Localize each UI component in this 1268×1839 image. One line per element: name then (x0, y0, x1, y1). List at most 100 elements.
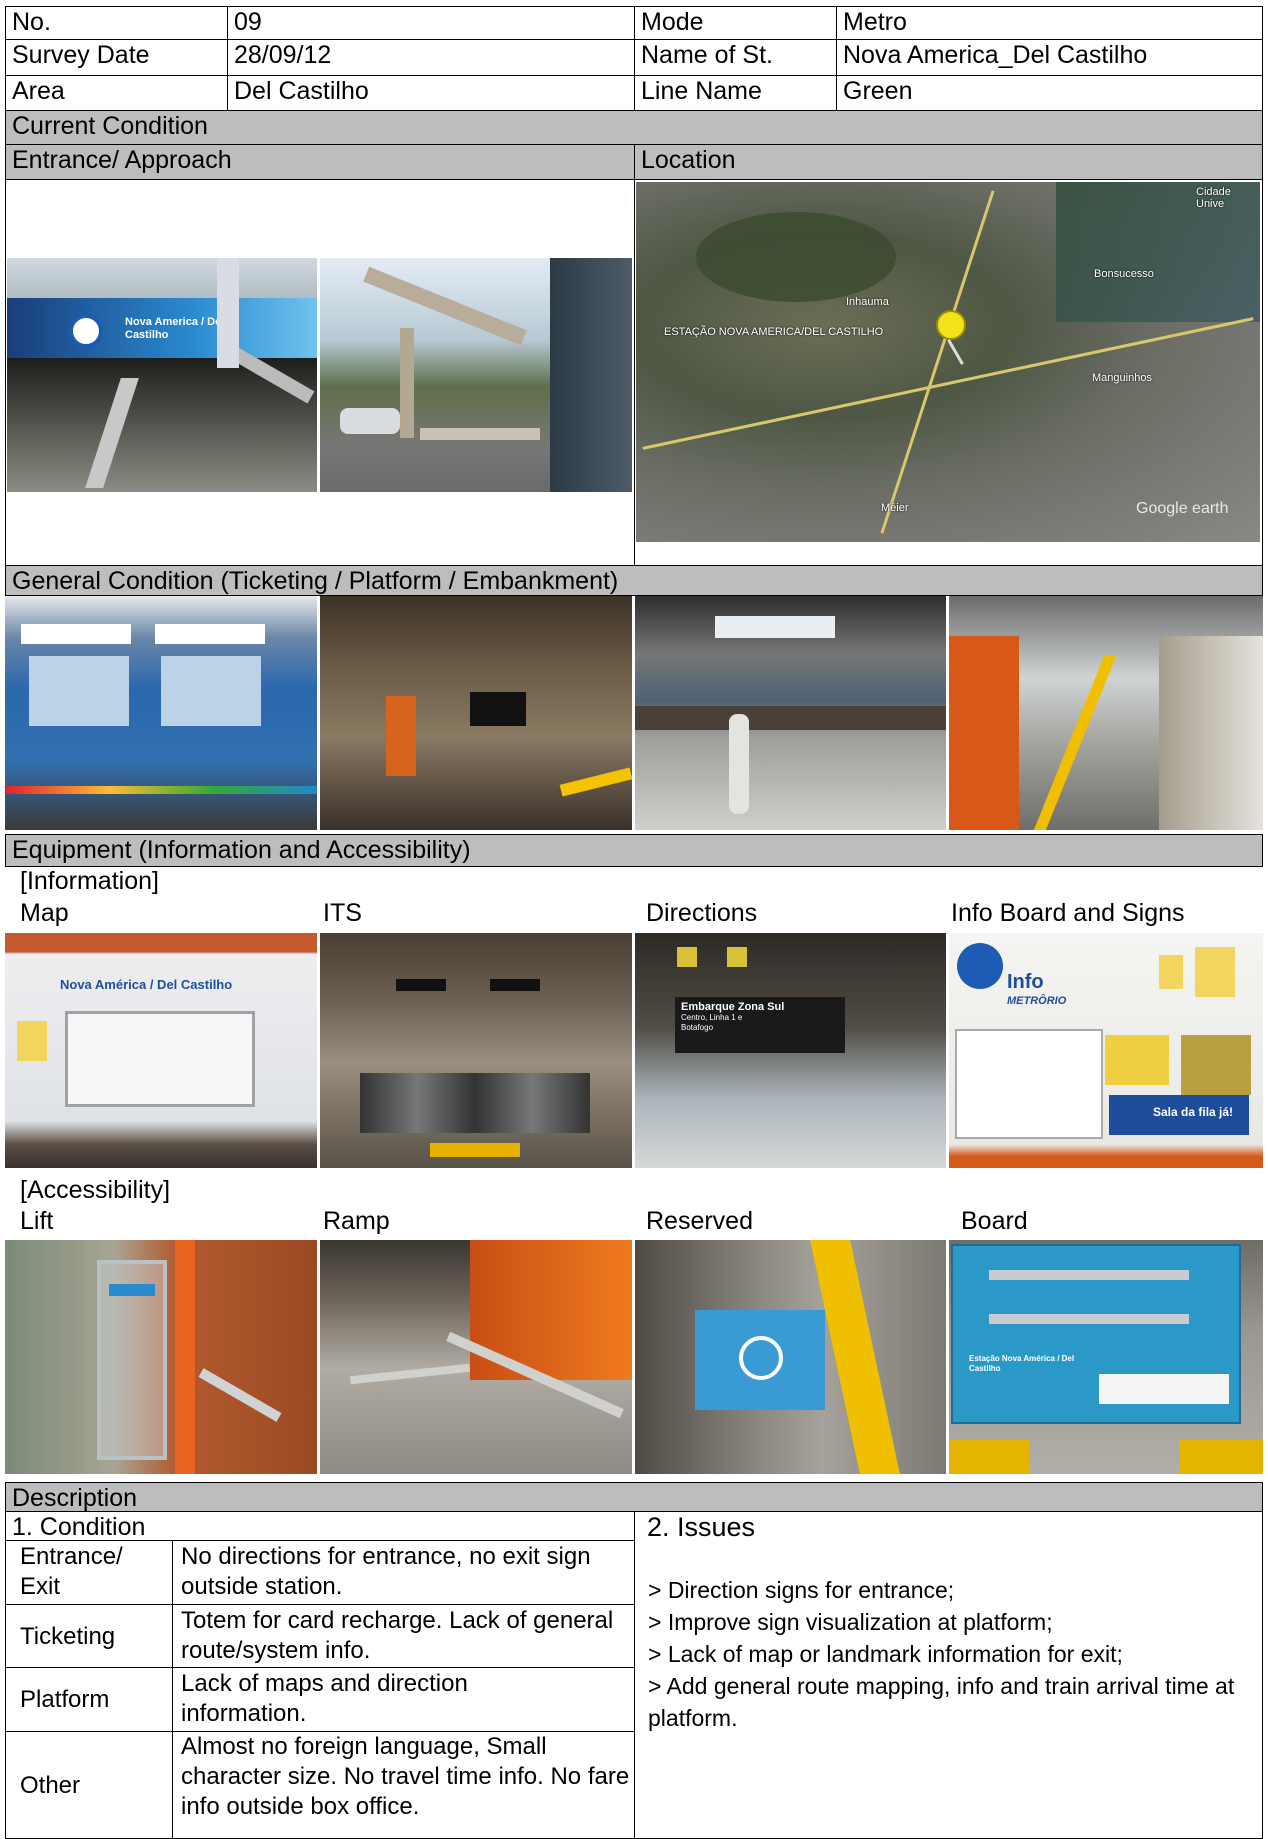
fare-gates (360, 1073, 590, 1133)
braille-plate (1099, 1374, 1229, 1404)
metro-logo-icon (957, 943, 1003, 989)
wheelchair-icon (739, 1336, 783, 1380)
access-label-ramp: Ramp (323, 1207, 390, 1235)
board-line-2 (989, 1314, 1189, 1324)
platform-photo (635, 596, 946, 830)
lift-sign (109, 1284, 155, 1296)
route-map-frame (65, 1011, 255, 1107)
ramp-rail (198, 1368, 282, 1422)
ticket-window-2 (161, 656, 261, 726)
ramp-handrail-2 (349, 1363, 471, 1385)
condition-row-label-cell: Ticketing (5, 1604, 173, 1668)
its-photo (320, 933, 632, 1168)
condition-text-other: Almost no foreign language, Small charac… (181, 1733, 630, 1820)
board-station-text: Estação Nova América / Del Castilho (969, 1354, 1075, 1373)
condition-text-platform: Lack of maps and direction information. (181, 1670, 468, 1727)
its-display-2 (490, 979, 540, 991)
direction-sign: Embarque Zona Sul Centro, Linha 1 e Bota… (675, 997, 845, 1053)
track-bed (1159, 636, 1263, 830)
direction-sign-sub: Centro, Linha 1 e Botafogo (681, 1013, 743, 1032)
tactile-floor-2 (1179, 1440, 1263, 1474)
condition-text-ticketing: Totem for card recharge. Lack of general… (181, 1607, 614, 1664)
tactile-path (430, 1143, 520, 1157)
info-label-map: Map (20, 899, 69, 927)
passenger (729, 714, 749, 814)
survey-date-label: Survey Date (5, 39, 228, 76)
map-station-label: ESTAÇÃO NOVA AMERICA/DEL CASTILHO (664, 326, 884, 338)
general-condition-heading: General Condition (Ticketing / Platform … (5, 565, 1263, 596)
issue-item: > Improve sign visualization at platform… (648, 1609, 1053, 1635)
equipment-heading: Equipment (Information and Accessibility… (5, 834, 1263, 867)
ad-banner-text: Sala da fila já! (1153, 1105, 1234, 1119)
mode-value: Metro (836, 6, 1263, 40)
ramp-photo (320, 1240, 632, 1474)
bridge-column (400, 328, 414, 438)
access-label-board: Board (961, 1207, 1028, 1235)
ticket-window-sign (21, 624, 131, 644)
line-name-label: Line Name (634, 75, 837, 111)
condition-row-text-cell: Totem for card recharge. Lack of general… (172, 1604, 635, 1668)
direction-sign-title: Embarque Zona Sul (681, 1001, 785, 1013)
notice-sheet (17, 1021, 47, 1061)
access-label-lift: Lift (20, 1207, 54, 1235)
notice-sheet-2 (1195, 947, 1235, 997)
station-column (550, 258, 632, 492)
no-smoking-sign (1159, 955, 1183, 989)
overpass-photo (320, 258, 632, 492)
tactile-floor (949, 1440, 1029, 1474)
condition-row-text-cell: No directions for entrance, no exit sign… (172, 1540, 635, 1605)
tactile-strip (1033, 656, 1117, 830)
area-label: Area (5, 75, 228, 111)
board-line (989, 1270, 1189, 1280)
mode-label: Mode (634, 6, 837, 40)
no-value: 09 (227, 6, 635, 40)
map-hill (696, 212, 896, 302)
ticketing-photo (5, 596, 317, 830)
google-earth-watermark: Google earth (1136, 500, 1229, 517)
pedestrian-bridge (363, 266, 527, 346)
queue-barrier (5, 786, 317, 794)
no-label: No. (5, 6, 228, 40)
area-value: Del Castilho (227, 75, 635, 111)
info-label-its: ITS (323, 899, 362, 927)
network-map (955, 1029, 1103, 1139)
issues-list: > Direction signs for entrance; > Improv… (648, 1574, 1256, 1734)
pillar (217, 258, 239, 368)
issue-item: > Direction signs for entrance; (648, 1577, 955, 1603)
condition-text-entrance: No directions for entrance, no exit sign… (181, 1543, 591, 1600)
map-label-inhauma: Inhauma (846, 296, 889, 308)
ad-banner: Sala da fila já! (1109, 1095, 1249, 1135)
accessibility-subheading: [Accessibility] (20, 1176, 171, 1204)
condition-heading: 1. Condition (5, 1511, 635, 1541)
satellite-map: ESTAÇÃO NOVA AMERICA/DEL CASTILHO Inhaum… (636, 182, 1260, 542)
issue-item: > Add general route mapping, info and tr… (648, 1673, 1235, 1731)
notice-yellow (1105, 1035, 1169, 1085)
map-label-meier: Méier (881, 502, 909, 514)
info-label-directions: Directions (646, 899, 758, 927)
description-heading: Description (5, 1482, 1263, 1512)
car (340, 408, 400, 434)
platform-photo-2 (949, 596, 1263, 830)
lift-photo (5, 1240, 317, 1474)
location-heading: Location (634, 144, 1263, 180)
map-road-2 (880, 190, 995, 534)
station-name-label: Name of St. (634, 39, 837, 76)
station-name-value: Nova America_Del Castilho (836, 39, 1263, 76)
ticket-window (29, 656, 129, 726)
access-label-reserved: Reserved (646, 1207, 753, 1235)
notice-olive (1181, 1035, 1251, 1095)
information-subheading: [Information] (20, 867, 159, 895)
condition-row-text-cell: Almost no foreign language, Small charac… (172, 1731, 635, 1839)
reserved-photo (635, 1240, 946, 1474)
metro-logo-icon (69, 314, 103, 348)
survey-date-value: 28/09/12 (227, 39, 635, 76)
pushpin-needle (947, 339, 964, 365)
skylight (715, 616, 835, 638)
its-display (396, 979, 446, 991)
orange-wall (949, 636, 1019, 830)
condition-row-label-cell: Platform (5, 1667, 173, 1732)
station-map-photo: Nova América / Del Castilho (5, 933, 317, 1168)
condition-label-other: Other (20, 1772, 81, 1799)
station-map-title: Nova América / Del Castilho (60, 977, 233, 992)
line-name-value: Green (836, 75, 1263, 111)
